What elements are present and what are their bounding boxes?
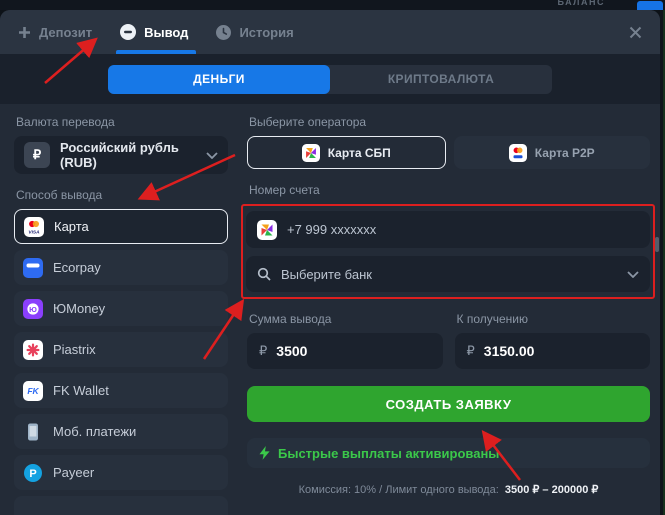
- modal-content: Валюта перевода ₽ Российский рубль (RUB)…: [0, 104, 660, 515]
- receive-input[interactable]: [483, 343, 638, 359]
- mobile-phone-icon: [28, 423, 38, 440]
- sbp-icon: [301, 143, 320, 162]
- ecorpay-icon: [23, 257, 43, 278]
- right-column: Выберите оператора Карта СБП Карта P2P Н…: [241, 104, 655, 515]
- fk-wallet-icon: FK: [23, 380, 43, 401]
- method-item-label: Ecorpay: [53, 260, 101, 275]
- commission-note: Комиссия: 10% / Лимит одного вывода: 350…: [247, 483, 650, 496]
- svg-text:VISA: VISA: [28, 229, 40, 235]
- fast-payout-text: Быстрые выплаты активированы: [278, 445, 500, 461]
- topup-button: [637, 1, 663, 10]
- method-item-label: FK Wallet: [53, 383, 109, 398]
- tab-history[interactable]: История: [216, 10, 294, 54]
- method-item-ecorpay[interactable]: Ecorpay: [14, 250, 228, 285]
- plus-icon: [19, 26, 30, 38]
- currency-value: Российский рубль (RUB): [60, 140, 179, 170]
- method-item-label: Payeer: [53, 465, 95, 480]
- card-p2p-icon: [508, 143, 527, 162]
- svg-text:Ю: Ю: [29, 304, 37, 313]
- withdrawal-modal: Депозит Вывод История ДЕНЬГИ КРИПТОВАЛЮТ…: [0, 10, 660, 515]
- bank-select[interactable]: Выберите банк: [246, 256, 650, 292]
- currency-label: Валюта перевода: [16, 115, 115, 129]
- close-icon: [629, 26, 642, 38]
- tab-history-label: История: [239, 24, 294, 40]
- tab-deposit[interactable]: Депозит: [18, 10, 92, 54]
- create-request-button[interactable]: СОЗДАТЬ ЗАЯВКУ: [247, 386, 650, 422]
- piastrix-icon: [23, 339, 43, 360]
- method-item-label: Моб. платежи: [53, 424, 137, 439]
- operator-p2p-label: Карта P2P: [534, 145, 595, 160]
- search-icon: [257, 267, 271, 281]
- yoomoney-icon: Ю: [23, 298, 43, 319]
- method-type-segmented: ДЕНЬГИ КРИПТОВАЛЮТА: [108, 64, 552, 94]
- method-item-partial[interactable]: [14, 496, 228, 515]
- method-item-mobile[interactable]: Моб. платежи: [14, 414, 228, 449]
- amounts-row: Сумма вывода ₽ К получению ₽: [247, 299, 650, 369]
- modal-header: Депозит Вывод История: [0, 10, 660, 54]
- method-type-bar: ДЕНЬГИ КРИПТОВАЛЮТА: [0, 54, 660, 104]
- payeer-icon: P: [24, 463, 42, 482]
- tab-money[interactable]: ДЕНЬГИ: [108, 64, 330, 94]
- ruble-sign: ₽: [466, 343, 475, 358]
- phone-input-row: [246, 211, 650, 248]
- tab-deposit-label: Депозит: [39, 24, 93, 40]
- limits-text: 3500 ₽ – 200000 ₽: [504, 484, 599, 496]
- clock-icon: [216, 24, 232, 40]
- close-button[interactable]: [629, 26, 642, 39]
- receive-label: К получению: [456, 312, 529, 326]
- page-backdrop: БАЛАНС: [0, 0, 665, 10]
- amount-column: Сумма вывода ₽: [247, 299, 443, 369]
- ruble-icon: ₽: [24, 142, 50, 168]
- receive-field: ₽: [454, 333, 650, 369]
- annotation-highlight-box: Выберите банк: [241, 204, 655, 299]
- svg-text:FK: FK: [27, 386, 39, 396]
- chevron-down-icon: [206, 151, 218, 159]
- currency-select[interactable]: ₽ Российский рубль (RUB): [14, 136, 228, 174]
- scrollbar-thumb[interactable]: [655, 237, 659, 252]
- bank-placeholder: Выберите банк: [281, 266, 372, 282]
- operator-p2p-button[interactable]: Карта P2P: [453, 136, 650, 169]
- amount-field: ₽: [247, 333, 443, 369]
- visa-mastercard-icon: VISA: [24, 216, 44, 237]
- method-item-piastrix[interactable]: Piastrix: [14, 332, 228, 367]
- amount-label: Сумма вывода: [249, 312, 332, 326]
- phone-number-input[interactable]: [287, 222, 639, 237]
- method-item-label: Piastrix: [53, 342, 96, 357]
- ruble-sign: ₽: [259, 343, 268, 358]
- operator-label: Выберите оператора: [249, 115, 367, 129]
- lightning-icon: [259, 446, 270, 460]
- fast-payout-banner: Быстрые выплаты активированы: [247, 438, 650, 468]
- operator-sbp-button[interactable]: Карта СБП: [247, 136, 446, 169]
- amount-input[interactable]: [276, 343, 431, 359]
- account-label: Номер счета: [249, 183, 320, 197]
- receive-column: К получению ₽: [454, 299, 650, 369]
- operator-row: Карта СБП Карта P2P: [247, 136, 650, 169]
- method-label: Способ вывода: [16, 188, 103, 202]
- method-item-payeer[interactable]: P Payeer: [14, 455, 228, 490]
- method-item-yoomoney[interactable]: Ю ЮMoney: [14, 291, 228, 326]
- tab-withdrawal-label: Вывод: [144, 24, 189, 40]
- method-item-fkwallet[interactable]: FK FK Wallet: [14, 373, 228, 408]
- svg-text:P: P: [29, 468, 36, 480]
- method-item-label: ЮMoney: [53, 301, 106, 316]
- minus-circle-icon: [120, 24, 137, 40]
- left-column: Валюта перевода ₽ Российский рубль (RUB)…: [14, 104, 228, 515]
- commission-text: Комиссия: 10% / Лимит одного вывода:: [298, 484, 499, 496]
- method-item-label: Карта: [54, 219, 89, 234]
- operator-sbp-label: Карта СБП: [327, 145, 391, 160]
- balance-label: БАЛАНС: [557, 0, 605, 7]
- tab-withdrawal[interactable]: Вывод: [116, 10, 197, 54]
- chevron-down-icon: [627, 270, 639, 278]
- tab-crypto[interactable]: КРИПТОВАЛЮТА: [330, 65, 552, 94]
- method-item-card[interactable]: VISA Карта: [14, 209, 228, 244]
- sbp-icon: [257, 219, 277, 240]
